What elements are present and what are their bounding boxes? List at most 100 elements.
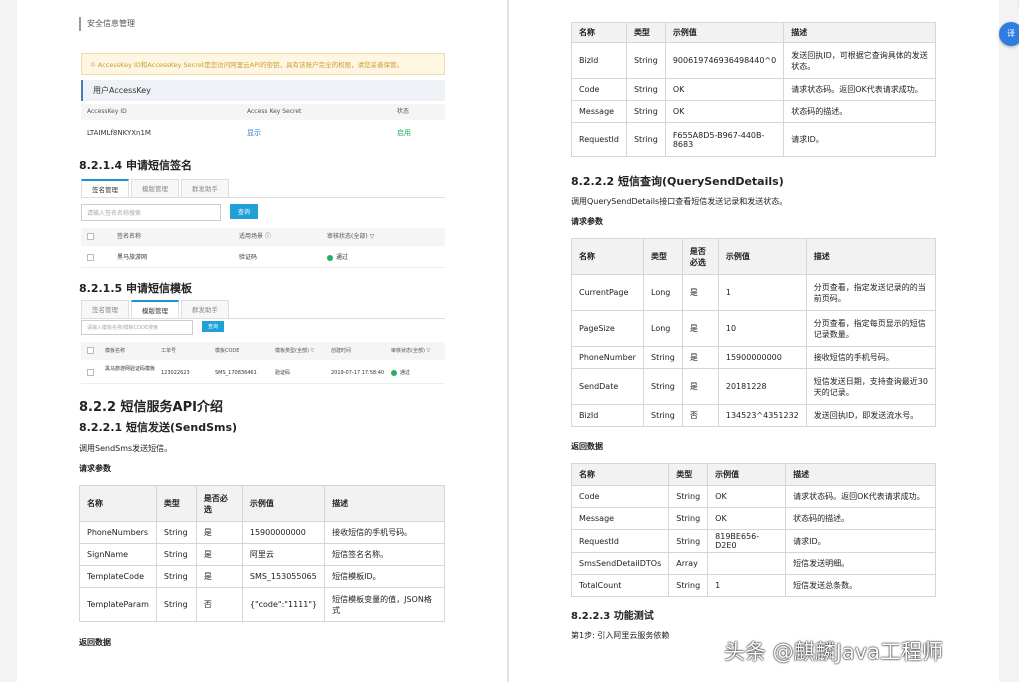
row-checkbox[interactable]	[87, 254, 94, 261]
tab-group-send[interactable]: 群发助手	[181, 179, 229, 197]
table-row: Code String OK 请求状态码。返回OK代表请求成功。	[570, 485, 936, 508]
template-code: SMS_170836461	[215, 370, 257, 376]
table-row: BizId String 否 134523^4351232 发送回执ID，即发送流水号。	[571, 404, 937, 427]
table-cell: String	[625, 42, 666, 79]
table-cell: String	[625, 100, 666, 123]
table-header-row: 名称 类型 示例值 描述	[571, 22, 936, 43]
template-search-button[interactable]: 查询	[202, 321, 225, 332]
col-sign-name: 签名名称	[117, 233, 142, 240]
table-cell: String	[155, 543, 197, 566]
table-row: PhoneNumbers String 是 15900000000 接收短信的手机号码。	[79, 521, 445, 544]
col-template-name: 模板名称	[105, 348, 126, 354]
table-cell: RequestId	[571, 122, 627, 157]
query-request-table: 名称 类型 是否必选 示例值 描述 CurrentPage Long 是 1 分页查看，…	[571, 238, 937, 427]
warning-banner: ① AccessKey ID和AccessKey Secret是您访问阿里云AP…	[81, 53, 445, 75]
table-row: SignName String 是阿里云 短信签名名称。	[79, 543, 445, 566]
table-row: PageSize Long 是 10 分页查看，指定每页显示的短信记录数量。	[571, 310, 937, 347]
table-cell: Message	[570, 507, 670, 530]
table-cell: String	[668, 485, 709, 508]
right-page: 名称 类型 示例值 描述 BizId String 9006197469364984…	[509, 0, 999, 682]
table-row: CurrentPage Long 是 1 分页查看，指定发送记录的的当前页码。	[571, 274, 937, 311]
tab-sign-manage[interactable]: 签名管理	[81, 300, 129, 318]
sign-search-button[interactable]: 查询	[230, 204, 259, 219]
table-cell: String	[668, 529, 709, 553]
table-cell: Code	[570, 485, 670, 508]
ticket-no: 123022623	[161, 370, 190, 376]
col-accesskey-id: AccessKey ID	[87, 108, 127, 115]
table-cell: 短信发送明细。	[785, 552, 936, 575]
table-row: TemplateCode String 是 SMS_153055065 短信模板ID。	[79, 565, 445, 588]
col-accesskey-secret: Access Key Secret	[247, 108, 302, 115]
table-cell	[707, 552, 787, 575]
th-type: 类型	[668, 463, 709, 486]
table-cell: F655A8D5-B967-440B-8683	[664, 122, 785, 157]
template-search-input[interactable]: 请输入模板名称/模板CODE搜索	[81, 320, 193, 335]
th-example: 示例值	[717, 238, 807, 275]
tab-sign-manage[interactable]: 签名管理	[81, 179, 129, 197]
sign-name: 黑马旅游网	[117, 254, 148, 261]
table-row: TemplateParam String 否 {"code":"1111"} 短信模板变…	[79, 587, 445, 622]
table-cell: CurrentPage	[571, 274, 644, 311]
sign-search-input[interactable]: 请输入签名名称搜索	[81, 204, 221, 221]
table-cell: Long	[643, 310, 683, 347]
status-dot-icon	[327, 254, 333, 261]
table-cell: {"code":"1111"}	[241, 587, 326, 622]
table-cell: Message	[571, 100, 627, 123]
table-cell: 发送回执ID，可根据它查询具体的发送状态。	[783, 42, 936, 79]
table-cell: String	[668, 507, 709, 530]
template-type: 验证码	[275, 370, 291, 376]
table-row: Message String OK 状态码的描述。	[570, 507, 936, 530]
template-name: 黑马旅游网验证码模板	[105, 366, 156, 372]
table-cell: Code	[571, 78, 627, 101]
col-template-code: 模板CODE	[215, 348, 240, 354]
table-cell: PhoneNumbers	[79, 521, 157, 544]
table-cell: String	[643, 346, 683, 369]
table-cell: 10	[717, 310, 807, 347]
table-cell: 请求状态码。返回OK代表请求成功。	[783, 78, 936, 101]
sendsms-desc: 调用SendSms发送短信。	[79, 444, 173, 453]
heading-query: 8.2.2.2 短信查询(QuerySendDetails)	[571, 175, 784, 188]
table-cell: 请求ID。	[783, 122, 936, 157]
table-cell: 否	[195, 587, 243, 622]
heading-apply-sign: 8.2.1.4 申请短信签名	[79, 159, 192, 172]
accesskey-status: 启用	[397, 129, 411, 137]
table-cell: OK	[664, 78, 785, 101]
table-cell: OK	[707, 485, 787, 508]
table-cell: OK	[664, 100, 785, 123]
table-cell: 状态码的描述。	[783, 100, 936, 123]
table-cell: String	[625, 122, 666, 157]
template-tabs: 签名管理 模版管理 群发助手	[81, 300, 445, 319]
template-status: 通过	[391, 362, 410, 384]
heading-function-test: 8.2.2.3 功能测试	[571, 611, 654, 622]
th-desc: 描述	[805, 238, 937, 275]
sign-row: 黑马旅游网 验证码 通过	[81, 248, 445, 268]
table-cell: String	[625, 78, 666, 101]
table-cell: 900619746936498440^0	[664, 42, 785, 79]
status-dot-icon	[391, 369, 397, 376]
table-row: TotalCount String 1 短信发送总条数。	[570, 574, 936, 597]
translate-button[interactable]: 译	[999, 22, 1019, 46]
row-checkbox[interactable]	[87, 369, 94, 376]
tab-template-manage[interactable]: 模版管理	[131, 179, 179, 197]
table-cell: TemplateParam	[79, 587, 157, 622]
th-required: 是否必选	[681, 238, 719, 275]
show-secret-link[interactable]: 显示	[247, 120, 397, 146]
step1-text: 第1步: 引入阿里云服务依赖	[571, 631, 670, 640]
accesskey-grid-header: AccessKey ID Access Key Secret 状态	[81, 104, 445, 120]
query-response-table: 名称 类型 示例值 描述 Code String OK 请求状态码。返回OK代表请求成…	[570, 463, 936, 597]
tab-group-send[interactable]: 群发助手	[181, 300, 229, 318]
return-data-label: 返回数据	[571, 442, 603, 451]
table-header-row: 名称 类型 是否必选 示例值 描述	[571, 238, 937, 275]
table-header-row: 名称 类型 示例值 描述	[570, 463, 936, 486]
table-cell: 阿里云	[241, 543, 326, 566]
table-cell: SmsSendDetailDTOs	[570, 552, 670, 575]
select-all-checkbox[interactable]	[87, 347, 94, 354]
table-cell: Long	[643, 274, 683, 311]
table-cell: BizId	[571, 42, 627, 79]
table-cell: 否	[681, 404, 719, 427]
table-row: Code String OK 请求状态码。返回OK代表请求成功。	[571, 78, 936, 101]
table-cell: 是	[195, 521, 243, 544]
table-cell: 状态码的描述。	[785, 507, 936, 530]
select-all-checkbox[interactable]	[87, 233, 94, 240]
tab-template-manage[interactable]: 模版管理	[131, 300, 179, 318]
